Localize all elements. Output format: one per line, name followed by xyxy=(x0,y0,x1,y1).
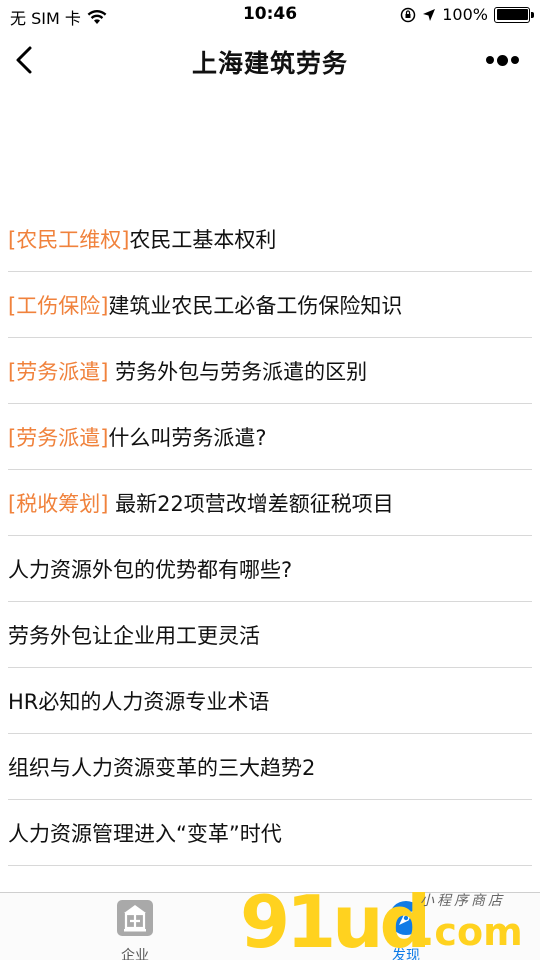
article-title: 建筑业农民工必备工伤保险知识 xyxy=(108,293,403,318)
article-tag: [劳务派遣] xyxy=(8,359,109,384)
article-tag: [劳务派遣] xyxy=(8,425,109,450)
tab-label: 企业 xyxy=(121,948,149,960)
article-title: 最新22项营改增差额征税项目 xyxy=(108,491,394,516)
more-dot-icon xyxy=(511,56,519,64)
list-item[interactable]: 劳务外包让企业用工更灵活 xyxy=(8,602,532,668)
article-tag: [农民工维权] xyxy=(8,227,130,252)
page-title: 上海建筑劳务 xyxy=(191,49,348,78)
list-item[interactable]: [劳务派遣] 劳务外包与劳务派遣的区别 xyxy=(8,338,532,404)
article-title: 人力资源管理进入“变革”时代 xyxy=(8,821,282,846)
tab-company[interactable]: 企业 xyxy=(95,899,175,960)
list-item[interactable]: [劳务派遣] 什么叫劳务派遣? xyxy=(8,404,532,470)
list-item[interactable]: [税收筹划] 最新22项营改增差额征税项目 xyxy=(8,470,532,536)
company-icon xyxy=(117,900,153,936)
more-button[interactable] xyxy=(486,52,522,68)
battery-percent: 100% xyxy=(442,5,488,24)
status-bar: 无 SIM 卡 10:46 100% xyxy=(0,0,540,30)
article-title: 人力资源外包的优势都有哪些? xyxy=(8,557,293,582)
list-item[interactable]: [工伤保险] 建筑业农民工必备工伤保险知识 xyxy=(8,272,532,338)
article-title: 什么叫劳务派遣? xyxy=(108,425,267,450)
tab-discover[interactable]: 发现 xyxy=(366,899,446,960)
status-right: 100% xyxy=(400,5,534,24)
article-title: 农民工基本权利 xyxy=(129,227,277,252)
list-item[interactable]: HR必知的人力资源专业术语 xyxy=(8,668,532,734)
article-tag: [税收筹划] xyxy=(8,491,109,516)
article-title: 劳务外包让企业用工更灵活 xyxy=(8,623,260,648)
list-item[interactable]: 人力资源管理进入“变革”时代 xyxy=(8,800,532,866)
more-dot-icon xyxy=(486,56,494,64)
compass-icon xyxy=(389,901,423,935)
article-tag: [工伤保险] xyxy=(8,293,109,318)
battery-icon xyxy=(494,6,534,23)
article-title: 劳务外包与劳务派遣的区别 xyxy=(108,359,368,384)
list-item[interactable]: [农民工维权] 农民工基本权利 xyxy=(8,206,532,272)
more-dot-icon xyxy=(497,54,508,66)
article-title: 组织与人力资源变革的三大趋势2 xyxy=(8,755,316,780)
list-item[interactable]: 组织与人力资源变革的三大趋势2 xyxy=(8,734,532,800)
list-item[interactable]: 人力资源外包的优势都有哪些? xyxy=(8,536,532,602)
article-title: HR必知的人力资源专业术语 xyxy=(8,689,270,714)
tab-label: 发现 xyxy=(392,948,420,960)
nav-bar: 上海建筑劳务 xyxy=(0,30,540,90)
location-icon xyxy=(423,8,436,21)
article-list: [农民工维权] 农民工基本权利 [工伤保险] 建筑业农民工必备工伤保险知识 [劳务派… xyxy=(0,206,540,866)
rotation-lock-icon xyxy=(401,7,416,22)
tab-bar: 企业 发现 xyxy=(0,892,540,960)
